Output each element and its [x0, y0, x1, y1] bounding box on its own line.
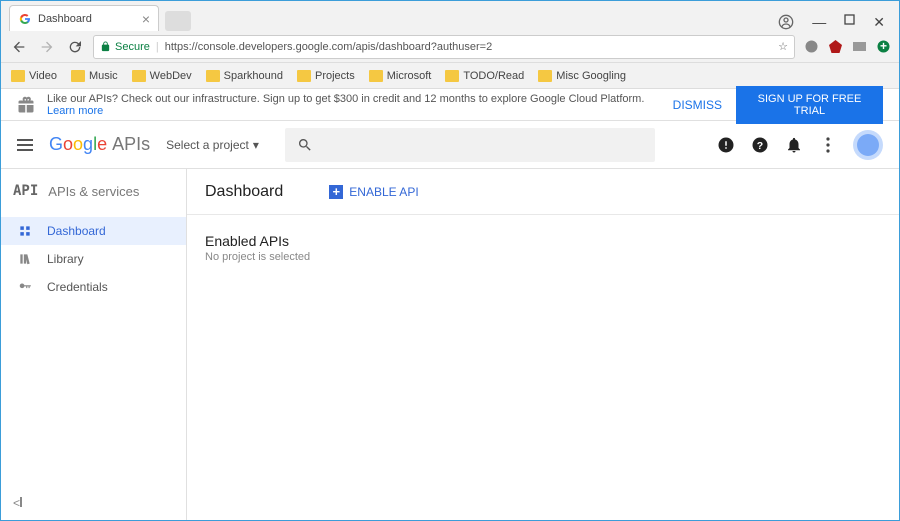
sidebar-item-dashboard[interactable]: Dashboard	[1, 217, 186, 245]
new-tab-button[interactable]	[165, 11, 191, 31]
tab-strip: Dashboard ×	[1, 5, 191, 31]
bookmark-item[interactable]: Video	[11, 70, 57, 82]
sidebar-item-credentials[interactable]: Credentials	[1, 273, 186, 301]
browser-chrome-top: Dashboard × — ✕	[1, 1, 899, 31]
browser-tab[interactable]: Dashboard ×	[9, 5, 159, 31]
project-selector[interactable]: Select a project ▾	[166, 138, 259, 152]
reload-icon[interactable]	[65, 37, 85, 57]
plus-icon: +	[329, 185, 343, 199]
sidebar-item-label: Dashboard	[47, 224, 106, 238]
svg-text:+: +	[879, 39, 886, 53]
secure-label: Secure	[115, 41, 150, 53]
lock-icon	[100, 41, 111, 52]
folder-icon	[538, 70, 552, 82]
folder-icon	[132, 70, 146, 82]
search-input[interactable]	[285, 128, 655, 162]
header-icons: ?	[717, 130, 883, 160]
close-icon[interactable]: ×	[142, 11, 150, 27]
dismiss-button[interactable]: DISMISS	[673, 98, 722, 112]
more-icon[interactable]	[819, 136, 837, 154]
sidebar-footer: <	[1, 486, 186, 520]
chevron-down-icon: ▾	[253, 138, 259, 152]
bookmark-star-icon[interactable]: ☆	[778, 40, 788, 53]
gift-icon	[17, 96, 35, 114]
library-icon	[17, 251, 33, 267]
section-title: Enabled APIs	[205, 233, 881, 249]
extension-icon[interactable]: +	[875, 39, 891, 55]
notifications-icon[interactable]	[785, 136, 803, 154]
bookmark-item[interactable]: WebDev	[132, 70, 192, 82]
window-controls: — ✕	[778, 10, 899, 31]
api-icon: API	[13, 183, 38, 199]
main-content: Dashboard + ENABLE API Enabled APIs No p…	[187, 169, 899, 520]
enable-api-button[interactable]: + ENABLE API	[329, 185, 418, 199]
close-window-icon[interactable]: ✕	[873, 14, 885, 31]
dashboard-icon	[17, 223, 33, 239]
bookmark-item[interactable]: Misc Googling	[538, 70, 626, 82]
tab-title: Dashboard	[38, 13, 92, 25]
sidebar: API APIs & services Dashboard Library Cr…	[1, 169, 187, 520]
sidebar-header: API APIs & services	[1, 169, 186, 209]
extension-icons: +	[803, 39, 891, 55]
sidebar-title: APIs & services	[48, 184, 139, 199]
folder-icon	[206, 70, 220, 82]
section-subtitle: No project is selected	[205, 251, 881, 263]
sidebar-item-label: Credentials	[47, 280, 108, 294]
main-header: Dashboard + ENABLE API	[187, 169, 899, 215]
forward-icon[interactable]	[37, 37, 57, 57]
content-area: API APIs & services Dashboard Library Cr…	[1, 169, 899, 520]
url-bar-row: Secure | https://console.developers.goog…	[1, 31, 899, 63]
bookmark-item[interactable]: Sparkhound	[206, 70, 283, 82]
back-icon[interactable]	[9, 37, 29, 57]
sidebar-item-library[interactable]: Library	[1, 245, 186, 273]
folder-icon	[11, 70, 25, 82]
folder-icon	[445, 70, 459, 82]
promo-banner: Like our APIs? Check out our infrastruct…	[1, 89, 899, 121]
promo-text: Like our APIs? Check out our infrastruct…	[47, 93, 661, 117]
learn-more-link[interactable]: Learn more	[47, 105, 103, 117]
folder-icon	[71, 70, 85, 82]
folder-icon	[369, 70, 383, 82]
url-bar[interactable]: Secure | https://console.developers.goog…	[93, 35, 795, 59]
bookmark-item[interactable]: Microsoft	[369, 70, 432, 82]
bookmark-item[interactable]: Projects	[297, 70, 355, 82]
google-apis-logo: Google APIs	[49, 134, 150, 155]
help-icon[interactable]: ?	[751, 136, 769, 154]
bookmark-item[interactable]: TODO/Read	[445, 70, 524, 82]
alert-icon[interactable]	[717, 136, 735, 154]
folder-icon	[297, 70, 311, 82]
url-text: https://console.developers.google.com/ap…	[165, 41, 492, 53]
favicon-google-icon	[18, 12, 32, 26]
avatar[interactable]	[853, 130, 883, 160]
extension-icon[interactable]	[803, 39, 819, 55]
bookmark-item[interactable]: Music	[71, 70, 118, 82]
page-title: Dashboard	[205, 183, 283, 201]
collapse-sidebar-icon[interactable]: <	[13, 496, 22, 510]
account-icon[interactable]	[778, 14, 794, 31]
minimize-icon[interactable]: —	[812, 14, 826, 31]
maximize-icon[interactable]	[844, 14, 855, 31]
sidebar-nav: Dashboard Library Credentials	[1, 209, 186, 309]
svg-text:?: ?	[757, 139, 763, 151]
sidebar-item-label: Library	[47, 252, 84, 266]
secure-indicator: Secure	[100, 41, 150, 53]
menu-icon[interactable]	[17, 136, 33, 154]
search-icon	[297, 137, 313, 153]
signup-trial-button[interactable]: SIGN UP FOR FREE TRIAL	[736, 86, 883, 124]
key-icon	[17, 279, 33, 295]
app-header: Google APIs Select a project ▾ ?	[1, 121, 899, 169]
extension-icon[interactable]	[851, 39, 867, 55]
extension-icon[interactable]	[827, 39, 843, 55]
main-body: Enabled APIs No project is selected	[187, 215, 899, 281]
